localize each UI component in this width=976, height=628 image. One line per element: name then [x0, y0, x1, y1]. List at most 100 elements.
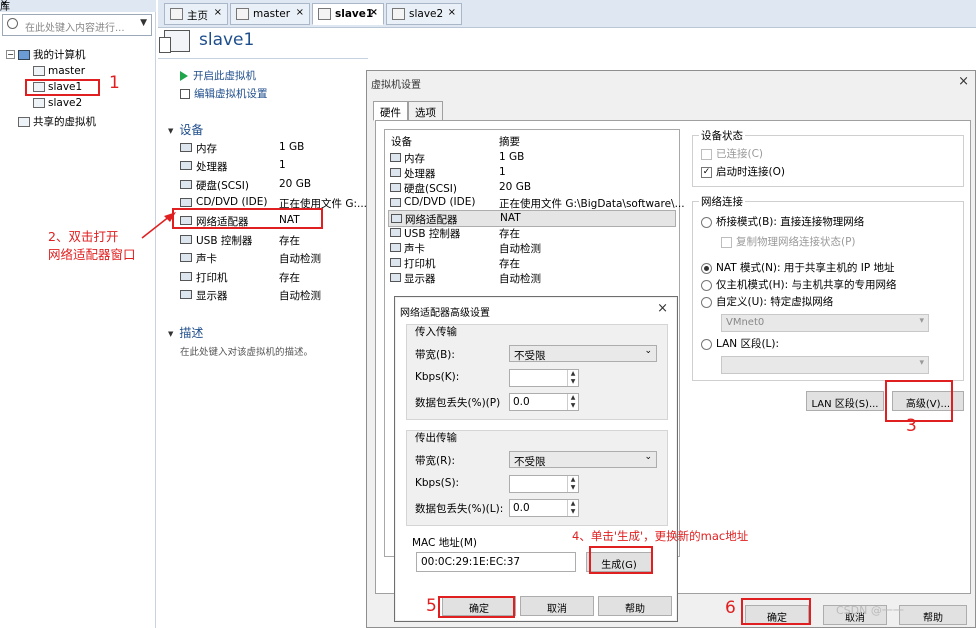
- close-icon[interactable]: ×: [448, 7, 456, 18]
- help-button[interactable]: 帮助: [899, 605, 967, 625]
- divider: [158, 58, 368, 59]
- tab-options[interactable]: 选项: [408, 101, 443, 121]
- vm-icon: [318, 8, 331, 20]
- tree-collapse-icon[interactable]: −: [6, 50, 15, 59]
- hw-row-printer[interactable]: 打印机 存在: [388, 255, 676, 270]
- tree-item-my-computer[interactable]: 我的计算机: [18, 47, 86, 62]
- advanced-dialog-title: 网络适配器高级设置: [400, 308, 490, 319]
- hw-row-sound[interactable]: 声卡 自动检测: [388, 240, 676, 255]
- monitor-icon: [390, 273, 401, 282]
- edit-settings-link[interactable]: 编辑虚拟机设置: [180, 86, 268, 101]
- incoming-loss-input[interactable]: 0.0 ▲ ▼: [509, 393, 579, 411]
- chevron-down-icon[interactable]: ▼: [140, 18, 147, 28]
- annotation-arrow-icon: [141, 212, 176, 239]
- chevron-down-icon: ▾: [919, 316, 924, 326]
- tab-slave2[interactable]: slave2 ×: [386, 3, 462, 25]
- spinner-icon[interactable]: ▲ ▼: [567, 476, 578, 492]
- watermark: CSDN @一一: [836, 604, 904, 617]
- tree-item-slave2[interactable]: slave2: [33, 97, 82, 109]
- spinner-icon[interactable]: ▲ ▼: [567, 370, 578, 386]
- memory-icon: [180, 143, 192, 152]
- tab-hardware[interactable]: 硬件: [373, 101, 408, 121]
- annotation-step-5: 5: [426, 596, 437, 616]
- hw-row-processor[interactable]: 处理器 1: [388, 165, 676, 180]
- outgoing-loss-label: 数据包丢失(%)(L):: [415, 503, 504, 515]
- vm-title: slave1: [199, 30, 255, 50]
- annotation-step-3: 3: [906, 416, 917, 436]
- library-search-input[interactable]: 在此处键入内容进行... ▼: [2, 14, 152, 36]
- col-summary: 摘要: [499, 136, 520, 148]
- printer-icon: [390, 258, 401, 267]
- printer-icon: [180, 272, 192, 281]
- tree-item-master[interactable]: master: [33, 65, 85, 77]
- outgoing-loss-input[interactable]: 0.0 ▲ ▼: [509, 499, 579, 517]
- close-icon[interactable]: ×: [370, 7, 378, 18]
- chevron-down-icon: ▾: [919, 358, 924, 368]
- power-on-link[interactable]: 开启此虚拟机: [180, 68, 256, 83]
- incoming-bandwidth-select[interactable]: 不受限 ⌄: [509, 345, 657, 362]
- connect-at-power-on-checkbox[interactable]: ✓ 启动时连接(O): [701, 164, 785, 179]
- bridged-radio[interactable]: 桥接模式(B): 直接连接物理网络: [701, 214, 864, 229]
- hw-row-usb[interactable]: USB 控制器 存在: [388, 225, 676, 240]
- advanced-help-button[interactable]: 帮助: [598, 596, 672, 616]
- tab-slave1[interactable]: slave1 ×: [312, 3, 384, 25]
- close-icon[interactable]: ×: [657, 301, 668, 316]
- device-row-usb[interactable]: USB 控制器 存在: [180, 231, 366, 249]
- close-icon[interactable]: ×: [214, 7, 222, 18]
- outgoing-kbps-input[interactable]: ▲ ▼: [509, 475, 579, 493]
- hw-row-disk[interactable]: 硬盘(SCSI) 20 GB: [388, 180, 676, 195]
- device-row-processor[interactable]: 处理器 1: [180, 157, 366, 175]
- outgoing-bandwidth-select[interactable]: 不受限 ⌄: [509, 451, 657, 468]
- device-status-group: 设备状态 已连接(C) ✓ 启动时连接(O): [692, 128, 964, 187]
- annotation-step-1: 1: [109, 73, 120, 93]
- dialog-title: 虚拟机设置: [371, 80, 421, 91]
- spinner-icon[interactable]: ▲ ▼: [567, 500, 578, 516]
- spinner-icon[interactable]: ▲ ▼: [567, 394, 578, 410]
- check-icon: ✓: [701, 166, 712, 178]
- cd-icon: [390, 198, 401, 207]
- nat-radio[interactable]: NAT 模式(N): 用于共享主机的 IP 地址: [701, 260, 895, 275]
- annotation-step-6: 6: [725, 598, 736, 618]
- host-only-radio[interactable]: 仅主机模式(H): 与主机共享的专用网络: [701, 277, 896, 292]
- advanced-cancel-button[interactable]: 取消: [520, 596, 594, 616]
- device-row-sound[interactable]: 声卡 自动检测: [180, 249, 366, 267]
- disk-icon: [180, 180, 192, 189]
- device-row-memory[interactable]: 内存 1 GB: [180, 139, 366, 157]
- tab-master[interactable]: master ×: [230, 3, 310, 25]
- device-row-disk[interactable]: 硬盘(SCSI) 20 GB: [180, 176, 366, 194]
- device-row-display[interactable]: 显示器 自动检测: [180, 286, 366, 304]
- custom-network-select[interactable]: VMnet0 ▾: [721, 314, 929, 332]
- processor-icon: [390, 168, 401, 177]
- hw-row-memory[interactable]: 内存 1 GB: [388, 150, 676, 165]
- lan-segment-select[interactable]: ▾: [721, 356, 929, 374]
- close-icon[interactable]: ×: [958, 74, 969, 89]
- devices-section-header[interactable]: 设备: [168, 121, 203, 138]
- device-row-printer[interactable]: 打印机 存在: [180, 268, 366, 286]
- mac-address-label: MAC 地址(M): [412, 537, 477, 549]
- vm-icon: [33, 66, 45, 76]
- annotation-step-2-line1: 2、双击打开: [48, 229, 119, 244]
- hw-row-display[interactable]: 显示器 自动检测: [388, 270, 676, 285]
- processor-icon: [180, 161, 192, 170]
- network-connection-group: 网络连接 桥接模式(B): 直接连接物理网络 复制物理网络连接状态(P) NAT…: [692, 194, 964, 381]
- incoming-kbps-input[interactable]: ▲ ▼: [509, 369, 579, 387]
- library-close-icon[interactable]: ×: [0, 0, 152, 9]
- connected-checkbox[interactable]: 已连接(C): [701, 146, 763, 161]
- annotation-step-4: 4、单击'生成'，更换新的mac地址: [572, 529, 749, 543]
- close-icon[interactable]: ×: [296, 7, 304, 18]
- lan-segments-button[interactable]: LAN 区段(S)...: [806, 391, 884, 411]
- chevron-down-icon: ⌄: [644, 346, 652, 356]
- custom-network-radio[interactable]: 自定义(U): 特定虚拟网络: [701, 294, 833, 309]
- annotation-box-advanced: [885, 380, 953, 422]
- mac-address-input[interactable]: 00:0C:29:1E:EC:37: [416, 552, 576, 572]
- tab-home[interactable]: 主页 ×: [164, 3, 228, 25]
- tree-item-shared-vms[interactable]: 共享的虚拟机: [18, 114, 96, 129]
- outgoing-bandwidth-label: 带宽(R):: [415, 455, 456, 467]
- annotation-step-2-line2: 网络适配器窗口: [48, 247, 136, 262]
- usb-icon: [180, 235, 192, 244]
- description-section-header[interactable]: 描述: [168, 324, 203, 341]
- description-placeholder[interactable]: 在此处键入对该虚拟机的描述。: [180, 344, 313, 358]
- replicate-state-checkbox[interactable]: 复制物理网络连接状态(P): [721, 234, 856, 249]
- lan-segment-radio[interactable]: LAN 区段(L):: [701, 336, 779, 351]
- hw-row-cdrom[interactable]: CD/DVD (IDE) 正在使用文件 G:\BigData\software\.…: [388, 195, 685, 210]
